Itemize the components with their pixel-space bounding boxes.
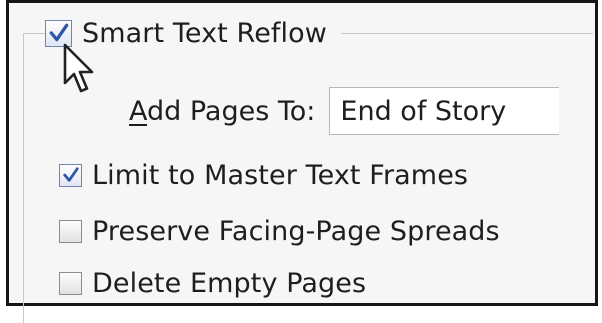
smart-text-reflow-label: Smart Text Reflow [82,17,327,49]
checkmark-icon [49,23,68,42]
delete-empty-pages-checkbox[interactable] [59,271,82,295]
add-pages-to-label: Add Pages To: [129,95,316,127]
preserve-facing-page-spreads-option[interactable]: Preserve Facing-Page Spreads [59,211,500,251]
checkmark-icon [62,167,79,182]
mouse-pointer-icon [63,43,94,93]
delete-empty-pages-label: Delete Empty Pages [92,267,367,299]
limit-to-master-text-frames-option[interactable]: Limit to Master Text Frames [59,155,468,195]
add-pages-to-dropdown[interactable]: End of Story [329,87,560,135]
limit-to-master-text-frames-checkbox[interactable] [59,163,82,187]
dialog-panel: Smart Text Reflow Add Pages To: End of S… [6,0,598,323]
preserve-facing-page-spreads-label: Preserve Facing-Page Spreads [92,215,500,247]
preserve-facing-page-spreads-checkbox[interactable] [59,219,82,243]
add-pages-to-value: End of Story [340,95,507,127]
add-pages-to-row: Add Pages To: End of Story [129,87,560,135]
limit-to-master-text-frames-label: Limit to Master Text Frames [92,159,469,191]
delete-empty-pages-option[interactable]: Delete Empty Pages [59,263,366,303]
